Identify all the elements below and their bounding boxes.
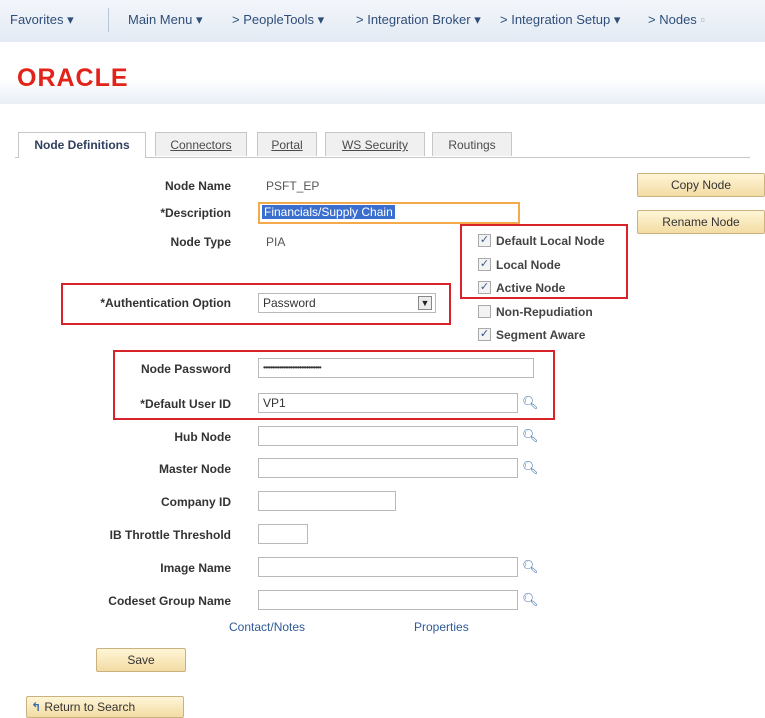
chevron-down-icon: ▾ (474, 12, 481, 27)
top-navigation-bar: Favorites ▾ Main Menu ▾ > PeopleTools ▾ … (0, 0, 765, 43)
tab-portal-label: Portal (271, 138, 303, 152)
search-lookup-icon[interactable]: 🔍︎ (522, 395, 539, 411)
default-local-node-label: Default Local Node (496, 234, 605, 248)
tab-node-definitions[interactable]: Node Definitions (18, 132, 146, 158)
master-node-label: Master Node (158, 462, 231, 476)
default-local-node-checkbox[interactable]: ✓ (478, 234, 491, 247)
favorites-menu[interactable]: Favorites ▾ (10, 12, 74, 28)
return-to-search-button[interactable]: ↰ Return to Search (26, 696, 184, 718)
authentication-option-label: *Authentication Option (100, 296, 231, 310)
image-name-field[interactable] (258, 557, 518, 577)
node-type-label: Node Type (170, 235, 231, 249)
properties-link[interactable]: Properties (414, 620, 469, 634)
search-lookup-icon[interactable]: 🔍︎ (522, 559, 539, 575)
company-id-field[interactable] (258, 491, 396, 511)
node-password-field[interactable]: •••••••••••••••••••••••••••••••• (258, 358, 534, 378)
chevron-down-icon: ▾ (195, 12, 203, 27)
contact-notes-link[interactable]: Contact/Notes (229, 620, 305, 634)
codeset-group-name-field[interactable] (258, 590, 518, 610)
breadcrumb-integration-broker[interactable]: > Integration Broker ▾ (356, 12, 481, 28)
save-button[interactable]: Save (96, 648, 186, 672)
dropdown-arrow-icon[interactable]: ▼ (418, 296, 432, 310)
segment-aware-checkbox[interactable]: ✓ (478, 328, 491, 341)
tab-routings[interactable]: Routings (432, 132, 512, 156)
non-repudiation-label: Non-Repudiation (496, 305, 593, 319)
search-lookup-icon[interactable]: 🔍︎ (522, 428, 539, 444)
description-field[interactable]: Financials/Supply Chain (258, 202, 520, 224)
company-id-label: Company ID (160, 495, 231, 509)
description-selected-text: Financials/Supply Chain (262, 205, 395, 219)
ib-throttle-threshold-label: IB Throttle Threshold (109, 528, 231, 542)
tab-connectors-label: Connectors (170, 138, 232, 152)
return-to-search-label: Return to Search (44, 700, 136, 714)
default-user-id-label: *Default User ID (140, 397, 231, 411)
chevron-down-icon: ▾ (317, 12, 325, 27)
chevron-down-icon: ▾ (613, 12, 621, 27)
tab-connectors[interactable]: Connectors (155, 132, 247, 156)
page-icon: ▫ (700, 12, 706, 27)
local-node-label: Local Node (496, 258, 561, 272)
default-user-id-field[interactable]: VP1 (258, 393, 518, 413)
node-name-label: Node Name (164, 179, 231, 193)
breadcrumb-integration-setup[interactable]: > Integration Setup ▾ (500, 12, 620, 28)
local-node-checkbox[interactable]: ✓ (478, 258, 491, 271)
copy-node-button[interactable]: Copy Node (637, 173, 765, 197)
tab-portal[interactable]: Portal (257, 132, 317, 156)
hub-node-field[interactable] (258, 426, 518, 446)
breadcrumb-peopletools[interactable]: > PeopleTools ▾ (232, 12, 324, 28)
node-name-value: PSFT_EP (266, 179, 320, 193)
active-node-label: Active Node (496, 281, 566, 295)
authentication-option-select[interactable]: Password (258, 293, 436, 313)
tab-ws-security-label: WS Security (341, 138, 408, 152)
master-node-field[interactable] (258, 458, 518, 478)
description-label: *Description (160, 206, 231, 220)
codeset-group-name-label: Codeset Group Name (108, 594, 231, 608)
node-type-value: PIA (266, 235, 286, 249)
oracle-logo: ORACLE (17, 64, 129, 92)
non-repudiation-checkbox[interactable] (478, 305, 491, 318)
ib-throttle-threshold-field[interactable] (258, 524, 308, 544)
rename-node-button[interactable]: Rename Node (637, 210, 765, 234)
node-password-label: Node Password (140, 362, 231, 376)
chevron-down-icon: ▾ (67, 12, 74, 27)
breadcrumb-nodes[interactable]: > Nodes ▫ (648, 12, 705, 27)
tab-ws-security[interactable]: WS Security (325, 132, 425, 156)
return-arrow-icon: ↰ (31, 700, 42, 714)
nav-divider (108, 8, 109, 32)
active-node-checkbox[interactable]: ✓ (478, 281, 491, 294)
search-lookup-icon[interactable]: 🔍︎ (522, 460, 539, 476)
search-lookup-icon[interactable]: 🔍︎ (522, 592, 539, 608)
segment-aware-label: Segment Aware (496, 328, 586, 342)
main-menu[interactable]: Main Menu ▾ (128, 12, 202, 28)
image-name-label: Image Name (160, 561, 231, 575)
hub-node-label: Hub Node (174, 430, 231, 444)
authentication-option-value: Password (263, 296, 316, 310)
